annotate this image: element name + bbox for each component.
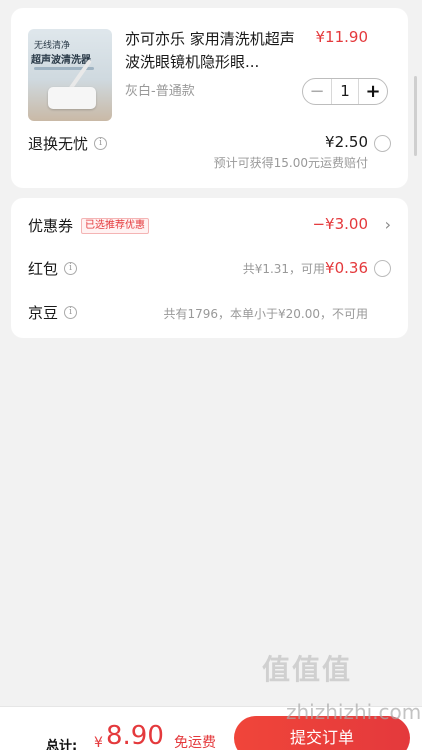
promotions-card: 优惠券 已选推荐优惠 −¥3.00 › 红包 i 共¥1.31，可用¥0.36 … <box>11 198 408 338</box>
info-icon[interactable]: i <box>64 262 78 275</box>
quantity-plus-button[interactable]: + <box>359 79 387 104</box>
coupon-row[interactable]: 优惠券 已选推荐优惠 <box>28 215 150 236</box>
coupon-label: 优惠券 <box>28 217 74 235</box>
red-packet-row: 红包 i <box>28 258 78 279</box>
watermark-site: zhizhizhi.com <box>286 700 422 724</box>
return-service-label: 退换无忧 <box>28 135 89 153</box>
total-currency: ¥ <box>94 735 103 750</box>
product-card: 无线清净 超声波清洗器 亦可亦乐 家用清洗机超声波洗眼镜机隐形眼... ¥11.… <box>11 8 408 188</box>
info-icon[interactable]: i <box>64 306 78 319</box>
thumbnail-text-1: 无线清净 <box>34 41 71 51</box>
return-service-note: 预计可获得15.00元运费赔付 <box>213 156 368 170</box>
product-spec[interactable]: 灰白-普通款 <box>125 80 195 99</box>
watermark-logo: 值值值 <box>262 653 353 686</box>
info-icon[interactable]: i <box>94 137 108 150</box>
red-packet-note: 共¥1.31，可用 <box>242 262 326 276</box>
thumbnail-device <box>48 87 96 109</box>
coupon-tag: 已选推荐优惠 <box>81 217 150 234</box>
return-service-radio[interactable] <box>374 135 391 152</box>
product-title[interactable]: 亦可亦乐 家用清洗机超声波洗眼镜机隐形眼... <box>125 28 305 74</box>
product-thumbnail[interactable]: 无线清净 超声波清洗器 <box>28 29 112 121</box>
scrollbar[interactable] <box>414 76 417 156</box>
quantity-minus-button[interactable]: − <box>303 79 331 104</box>
jingdou-label: 京豆 <box>28 304 59 322</box>
return-service-label-row: 退换无忧 i <box>28 133 108 154</box>
product-price: ¥11.90 <box>315 28 369 46</box>
red-packet-note-row: 共¥1.31，可用¥0.36 <box>243 259 368 277</box>
jingdou-note: 共有1796，本单小于¥20.00，不可用 <box>163 307 368 321</box>
quantity-value[interactable]: 1 <box>331 79 359 104</box>
total-label: 总计: <box>46 739 78 750</box>
red-packet-label: 红包 <box>28 260 59 278</box>
chevron-right-icon[interactable]: › <box>385 215 391 234</box>
jingdou-row: 京豆 i <box>28 302 78 323</box>
coupon-amount: −¥3.00 <box>312 215 368 233</box>
shipping-status: 免运费 <box>174 735 216 750</box>
total-amount: 8.90 <box>106 721 164 750</box>
return-service-price: ¥2.50 <box>325 133 368 151</box>
red-packet-radio[interactable] <box>374 260 391 277</box>
red-packet-available: ¥0.36 <box>325 259 368 277</box>
quantity-stepper: − 1 + <box>302 78 388 105</box>
thumbnail-text-2: 超声波清洗器 <box>31 55 91 66</box>
